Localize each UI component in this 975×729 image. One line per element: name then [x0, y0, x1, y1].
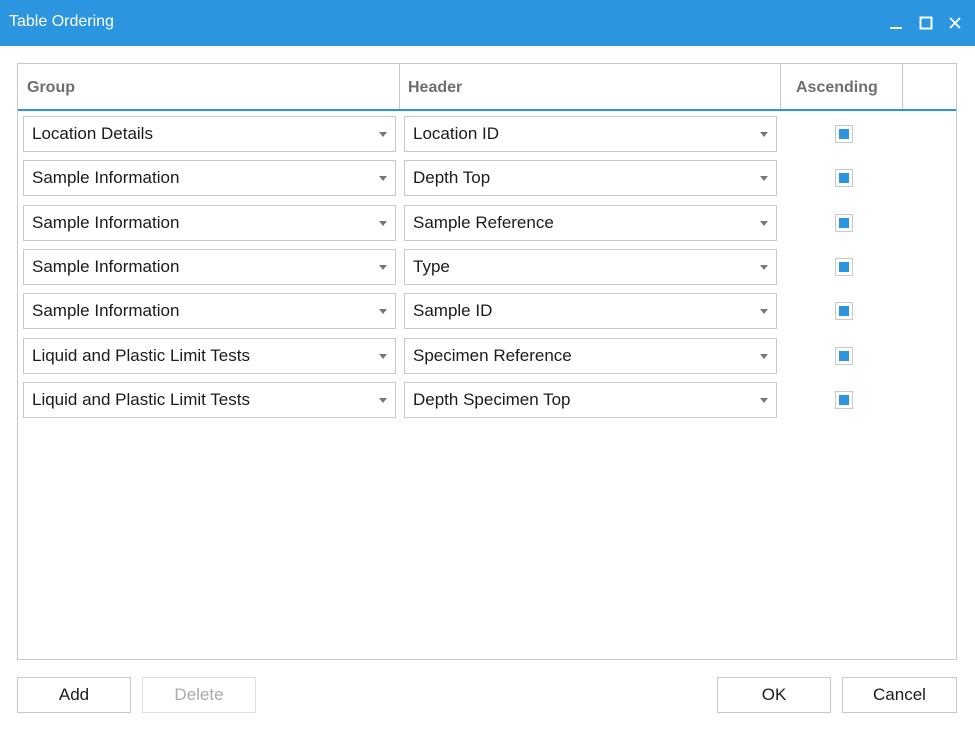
chevron-down-icon — [379, 132, 387, 137]
header-dropdown-value: Depth Specimen Top — [413, 390, 571, 409]
group-dropdown-value: Sample Information — [32, 301, 180, 320]
header-dropdown[interactable]: Depth Specimen Top — [404, 382, 777, 418]
checkbox-checked-indicator — [839, 351, 849, 361]
chevron-down-icon — [379, 221, 387, 226]
table-row: Sample Information Depth Top — [18, 160, 956, 196]
group-dropdown-value: Sample Information — [32, 213, 180, 232]
title-bar: Table Ordering — [0, 0, 975, 46]
chevron-down-icon — [760, 398, 768, 403]
table-row: Sample Information Type — [18, 249, 956, 285]
ascending-checkbox[interactable] — [835, 125, 853, 143]
minimize-icon — [890, 27, 902, 29]
cancel-button[interactable]: Cancel — [842, 677, 957, 713]
group-dropdown[interactable]: Sample Information — [23, 249, 396, 285]
chevron-down-icon — [760, 176, 768, 181]
minimize-button[interactable] — [884, 9, 908, 37]
checkbox-checked-indicator — [839, 129, 849, 139]
chevron-down-icon — [379, 309, 387, 314]
add-button[interactable]: Add — [17, 677, 131, 713]
group-dropdown[interactable]: Liquid and Plastic Limit Tests — [23, 382, 396, 418]
column-header-group[interactable]: Group — [27, 64, 75, 109]
column-divider[interactable] — [399, 64, 400, 109]
ascending-checkbox[interactable] — [835, 169, 853, 187]
header-dropdown-value: Type — [413, 257, 450, 276]
group-dropdown[interactable]: Sample Information — [23, 293, 396, 329]
group-dropdown[interactable]: Sample Information — [23, 205, 396, 241]
header-dropdown-value: Sample Reference — [413, 213, 554, 232]
header-dropdown[interactable]: Specimen Reference — [404, 338, 777, 374]
table-row: Liquid and Plastic Limit Tests Specimen R… — [18, 338, 956, 374]
chevron-down-icon — [760, 309, 768, 314]
table-row: Location Details Location ID — [18, 116, 956, 152]
header-dropdown[interactable]: Sample ID — [404, 293, 777, 329]
delete-button[interactable]: Delete — [142, 677, 256, 713]
column-divider[interactable] — [902, 64, 903, 109]
ascending-checkbox[interactable] — [835, 391, 853, 409]
close-button[interactable] — [943, 9, 967, 37]
group-dropdown-value: Location Details — [32, 124, 153, 143]
checkbox-checked-indicator — [839, 173, 849, 183]
header-dropdown[interactable]: Type — [404, 249, 777, 285]
column-header-header[interactable]: Header — [408, 64, 462, 109]
header-dropdown[interactable]: Sample Reference — [404, 205, 777, 241]
ascending-checkbox[interactable] — [835, 347, 853, 365]
ascending-checkbox[interactable] — [835, 302, 853, 320]
table-row: Sample Information Sample ID — [18, 293, 956, 329]
ascending-checkbox[interactable] — [835, 214, 853, 232]
close-icon — [949, 17, 961, 29]
checkbox-checked-indicator — [839, 218, 849, 228]
chevron-down-icon — [760, 132, 768, 137]
maximize-button[interactable] — [914, 9, 938, 37]
table-row: Sample Information Sample Reference — [18, 205, 956, 241]
chevron-down-icon — [379, 265, 387, 270]
group-dropdown-value: Liquid and Plastic Limit Tests — [32, 390, 250, 409]
column-divider[interactable] — [780, 64, 781, 109]
group-dropdown-value: Liquid and Plastic Limit Tests — [32, 346, 250, 365]
chevron-down-icon — [379, 176, 387, 181]
group-dropdown[interactable]: Liquid and Plastic Limit Tests — [23, 338, 396, 374]
ascending-checkbox[interactable] — [835, 258, 853, 276]
chevron-down-icon — [760, 265, 768, 270]
chevron-down-icon — [379, 354, 387, 359]
header-dropdown-value: Sample ID — [413, 301, 493, 320]
group-dropdown[interactable]: Sample Information — [23, 160, 396, 196]
checkbox-checked-indicator — [839, 306, 849, 316]
column-header-ascending[interactable]: Ascending — [796, 64, 878, 109]
checkbox-checked-indicator — [839, 262, 849, 272]
group-dropdown[interactable]: Location Details — [23, 116, 396, 152]
chevron-down-icon — [760, 221, 768, 226]
header-dropdown-value: Specimen Reference — [413, 346, 572, 365]
ok-button[interactable]: OK — [717, 677, 831, 713]
ordering-grid: Group Header Ascending Location Details L… — [17, 63, 957, 660]
maximize-icon — [919, 16, 933, 30]
header-dropdown[interactable]: Depth Top — [404, 160, 777, 196]
chevron-down-icon — [760, 354, 768, 359]
chevron-down-icon — [379, 398, 387, 403]
checkbox-checked-indicator — [839, 395, 849, 405]
header-dropdown[interactable]: Location ID — [404, 116, 777, 152]
grid-header: Group Header Ascending — [18, 64, 956, 111]
group-dropdown-value: Sample Information — [32, 168, 180, 187]
window-title: Table Ordering — [9, 13, 114, 30]
table-row: Liquid and Plastic Limit Tests Depth Spec… — [18, 382, 956, 418]
header-dropdown-value: Depth Top — [413, 168, 491, 187]
header-dropdown-value: Location ID — [413, 124, 499, 143]
group-dropdown-value: Sample Information — [32, 257, 180, 276]
